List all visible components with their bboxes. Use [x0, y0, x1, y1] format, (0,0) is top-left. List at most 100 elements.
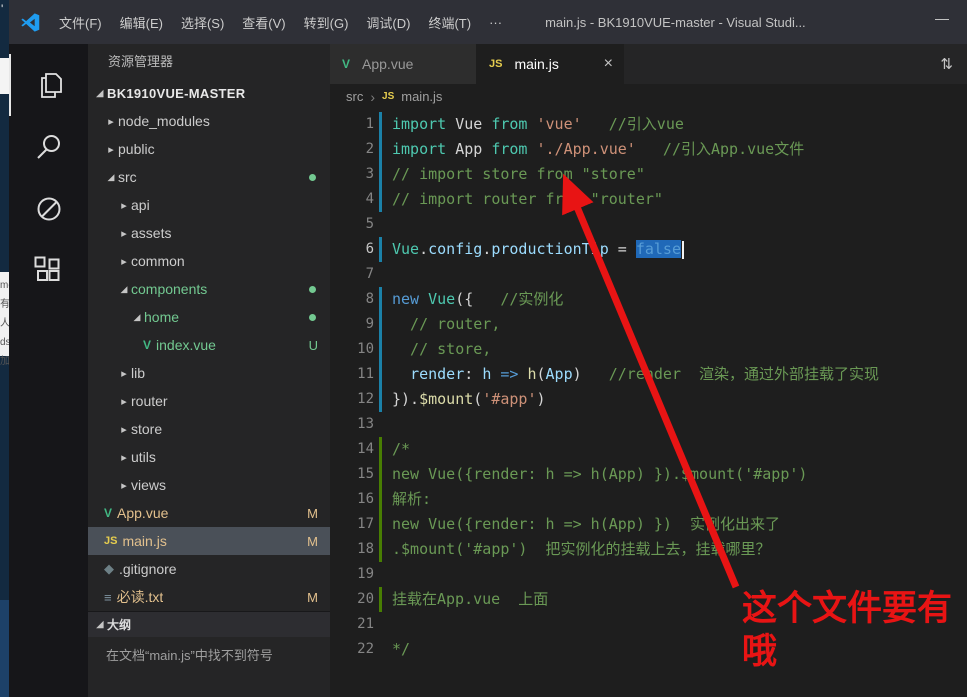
line-number: 21 [357, 616, 374, 632]
menu-item[interactable]: 调试(D) [357, 13, 419, 32]
tree-item-router[interactable]: ▸ router [88, 387, 330, 415]
code-token: new Vue({render: h => h(App) }).$mount('… [392, 465, 808, 483]
twistie-collapsed-icon[interactable]: ▸ [104, 143, 118, 156]
code-line-18[interactable]: 18 .$mount('#app') 把实例化的挂载上去，挂载哪里？ [330, 537, 967, 562]
tree-item-views[interactable]: ▸ views [88, 471, 330, 499]
code-line-5[interactable]: 5 [330, 212, 967, 237]
code-line-3[interactable]: 3 // import store from "store" [330, 162, 967, 187]
code-line-19[interactable]: 19 [330, 562, 967, 587]
text-cursor [682, 240, 684, 259]
code-line-2[interactable]: 2 import App from './App.vue' //引入App.vue… [330, 137, 967, 162]
tree-item-common[interactable]: ▸ common [88, 247, 330, 275]
tree-item-main.js[interactable]: JS main.js M [88, 527, 330, 555]
code-line-4[interactable]: 4 // import router from "router" [330, 187, 967, 212]
code-token: '#app' [482, 390, 537, 408]
twistie-expanded-icon[interactable]: ◢ [104, 172, 118, 183]
twistie-collapsed-icon[interactable]: ▸ [117, 367, 131, 380]
tree-item-label: index.vue [156, 337, 216, 353]
line-number: 14 [357, 441, 374, 457]
code-token: //引入vue [581, 115, 684, 133]
menu-item[interactable]: 选择(S) [172, 13, 233, 32]
code-line-1[interactable]: 1 import Vue from 'vue' //引入vue [330, 112, 967, 137]
activity-circle-slash-button[interactable] [9, 178, 88, 240]
twistie-collapsed-icon[interactable]: ▸ [117, 395, 131, 408]
code-line-14[interactable]: 14 /* [330, 437, 967, 462]
tree-item-node_modules[interactable]: ▸ node_modules [88, 107, 330, 135]
tree-item-index.vue[interactable]: Vindex.vue U [88, 331, 330, 359]
twistie-expanded-icon[interactable]: ◢ [117, 284, 131, 295]
code-line-6[interactable]: 6 Vue.config.productionTip = false [330, 237, 967, 262]
tree-item-lib[interactable]: ▸ lib [88, 359, 330, 387]
background-artifact [0, 600, 9, 697]
menu-item[interactable]: 编辑(E) [111, 13, 172, 32]
code-line-16[interactable]: 16 解析: [330, 487, 967, 512]
tree-item-public[interactable]: ▸ public [88, 135, 330, 163]
gutter-indicator-none [379, 637, 382, 662]
menu-item[interactable]: ··· [480, 15, 511, 30]
activity-search-button[interactable] [9, 116, 88, 178]
open-changes-icon[interactable]: ⇅ [940, 55, 953, 73]
breadcrumb-item-src[interactable]: src [346, 89, 363, 104]
code-line-12[interactable]: 12}).$mount('#app') [330, 387, 967, 412]
twistie-collapsed-icon[interactable]: ▸ [117, 255, 131, 268]
tree-item-utils[interactable]: ▸ utils [88, 443, 330, 471]
code-token: 挂载在App.vue 上面 [392, 590, 549, 608]
background-text-fragment: me [0, 280, 9, 291]
code-text: // import router from "router" [392, 187, 663, 212]
tree-root-folder[interactable]: ◢ BK1910VUE-MASTER [88, 80, 330, 107]
tree-item-api[interactable]: ▸ api [88, 191, 330, 219]
twistie-collapsed-icon[interactable]: ▸ [117, 423, 131, 436]
twistie-collapsed-icon[interactable]: ▸ [104, 115, 118, 128]
code-line-11[interactable]: 11 render: h => h(App) //render 渲染，通过外部挂… [330, 362, 967, 387]
annotation-text: 这个文件要有 哦 [742, 588, 952, 673]
tree-item-.gitignore[interactable]: ◆ .gitignore [88, 555, 330, 583]
twistie-collapsed-icon[interactable]: ▸ [117, 479, 131, 492]
tree-item-必读.txt[interactable]: ≡ 必读.txt M [88, 583, 330, 611]
code-token: ( [473, 390, 483, 408]
code-token: './App.vue' [536, 140, 636, 158]
tree-item-label: views [131, 477, 167, 493]
minimize-button[interactable]: — [935, 10, 949, 26]
close-tab-icon[interactable]: × [604, 55, 613, 73]
tree-item-App.vue[interactable]: V App.vue M [88, 499, 330, 527]
tree-item-home[interactable]: ◢ home [88, 303, 330, 331]
code-line-8[interactable]: 8 new Vue({ //实例化 [330, 287, 967, 312]
code-line-10[interactable]: 10 // store, [330, 337, 967, 362]
tree-item-store[interactable]: ▸ store [88, 415, 330, 443]
tree-item-assets[interactable]: ▸ assets [88, 219, 330, 247]
menu-item[interactable]: 转到(G) [295, 13, 358, 32]
twistie-collapsed-icon[interactable]: ▸ [117, 199, 131, 212]
code-line-13[interactable]: 13 [330, 412, 967, 437]
gutter-indicator-none [379, 262, 382, 287]
twistie-collapsed-icon[interactable]: ▸ [117, 451, 131, 464]
activity-explorer-button[interactable] [9, 54, 88, 116]
menu-item[interactable]: 查看(V) [233, 13, 294, 32]
menu-item[interactable]: 文件(F) [50, 13, 111, 32]
code-token: 解析: [392, 490, 432, 508]
tab-App.vue[interactable]: V App.vue [330, 44, 477, 84]
search-icon [36, 135, 60, 159]
gutter-indicator-none [379, 612, 382, 637]
activity-extensions-button[interactable] [9, 240, 88, 302]
background-artifact: me 有人 ds 加 [0, 272, 9, 367]
tree-item-label: 必读.txt [116, 589, 164, 605]
code-line-15[interactable]: 15 new Vue({render: h => h(App) }).$mount… [330, 462, 967, 487]
code-token: // import store from "store" [392, 165, 645, 183]
code-line-17[interactable]: 17 new Vue({render: h => h(App) }) 实例化出来了 [330, 512, 967, 537]
twistie-expanded-icon[interactable]: ◢ [130, 312, 144, 323]
code-line-9[interactable]: 9 // router, [330, 312, 967, 337]
tree-item-src[interactable]: ◢ src [88, 163, 330, 191]
line-number: 13 [357, 416, 374, 432]
gutter-modified-indicator [379, 162, 382, 187]
tree-item-components[interactable]: ◢ components [88, 275, 330, 303]
tree-item-label: .gitignore [119, 561, 177, 577]
circle-slash-icon [37, 197, 60, 221]
twistie-collapsed-icon[interactable]: ▸ [117, 227, 131, 240]
outline-section-header[interactable]: ◢ 大纲 [88, 611, 330, 637]
code-text: new Vue({ //实例化 [392, 287, 563, 312]
tab-main.js[interactable]: JS main.js × [477, 44, 624, 84]
breadcrumb-item-main-js[interactable]: main.js [401, 89, 442, 104]
menu-item[interactable]: 终端(T) [419, 13, 480, 32]
code-line-7[interactable]: 7 [330, 262, 967, 287]
